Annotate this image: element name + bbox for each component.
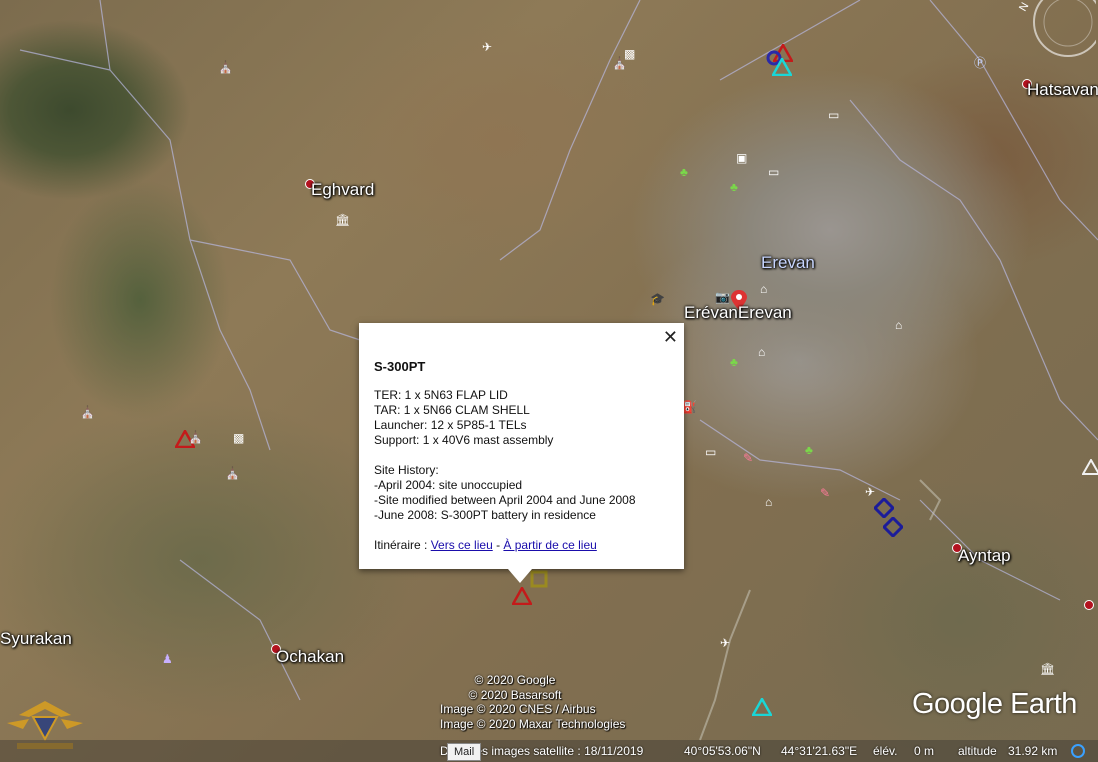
parking-icon[interactable]: Ⓟ	[974, 56, 986, 70]
shopping-icon[interactable]: ✎	[743, 451, 753, 465]
balloon-title: S-300PT	[374, 359, 426, 374]
park-icon[interactable]: ♣	[680, 165, 688, 179]
checkered-icon[interactable]: ▩	[233, 431, 244, 445]
altitude-value: 31.92 km	[1008, 744, 1058, 758]
building-icon[interactable]: ▣	[736, 151, 747, 165]
longitude-readout: 44°31'21.63"E	[781, 744, 858, 758]
attribution-line: © 2020 Basarsoft	[468, 687, 562, 702]
landmark-icon[interactable]: ⌂	[758, 345, 765, 359]
museum-icon[interactable]: 🏛	[335, 213, 350, 227]
loading-indicator-icon	[1071, 744, 1085, 758]
sam-site-marker-red-triangle-icon[interactable]	[512, 587, 532, 605]
park-icon[interactable]: ♣	[730, 180, 738, 194]
airport-icon[interactable]: ✈	[865, 485, 875, 499]
site-marker-yellow-square-icon[interactable]	[530, 570, 548, 588]
site-marker-blue-diamond-icon[interactable]	[883, 517, 903, 537]
directions-from-link[interactable]: À partir de ce lieu	[503, 538, 596, 552]
imagery-attribution: © 2020 Google © 2020 Basarsoft Image © 2…	[440, 673, 626, 731]
status-bar: Date des images satellite : 18/11/2019 4…	[0, 740, 1098, 762]
route-separator: -	[492, 538, 504, 552]
history-line: -Site modified between April 2004 and Ju…	[374, 493, 636, 507]
label-erevan-main[interactable]: ErévanErevan	[684, 303, 792, 323]
church-icon[interactable]: ⛪	[225, 466, 240, 480]
route-label: Itinéraire :	[374, 538, 431, 552]
attribution-line: Image © 2020 CNES / Airbus	[440, 702, 596, 716]
edge-pin-right[interactable]	[1084, 600, 1094, 610]
attribution-line: © 2020 Google	[474, 673, 556, 687]
label-hatsavan[interactable]: Hatsavan	[1027, 80, 1098, 100]
spec-line: Support: 1 x 40V6 mast assembly	[374, 433, 554, 447]
gas-icon[interactable]: ⛽	[682, 400, 697, 414]
attribution-line: Image © 2020 Maxar Technologies	[440, 716, 626, 731]
park-icon[interactable]: ♣	[730, 355, 738, 369]
church-icon[interactable]: ⛪	[218, 60, 233, 74]
sam-site-marker-white-triangle-icon[interactable]	[1082, 459, 1098, 475]
landmark-icon[interactable]: ⌂	[765, 495, 772, 509]
landmark-icon[interactable]: ⌂	[895, 318, 902, 332]
balloon-pointer	[508, 569, 532, 583]
hotel-icon[interactable]: ▭	[768, 165, 779, 179]
google-earth-logo: Google Earth	[912, 688, 1077, 720]
compass-north-label: N	[1018, 1, 1031, 14]
church-icon[interactable]: ⛪	[80, 405, 95, 419]
label-ochakan[interactable]: Ochakan	[276, 647, 344, 667]
spec-line: TER: 1 x 5N63 FLAP LID	[374, 388, 508, 402]
spec-line: Launcher: 12 x 5P85-1 TELs	[374, 418, 527, 432]
label-eghvard[interactable]: Eghvard	[311, 180, 374, 200]
person-icon[interactable]: ♟	[162, 652, 173, 666]
history-line: -April 2004: site unoccupied	[374, 478, 523, 492]
university-icon[interactable]: 🎓	[650, 292, 665, 306]
sam-site-marker-cyan-triangle-icon[interactable]	[772, 58, 792, 76]
spec-line: TAR: 1 x 5N66 CLAM SHELL	[374, 403, 530, 417]
checkered-icon[interactable]: ▩	[624, 47, 635, 61]
airport-icon[interactable]: ✈	[720, 636, 730, 650]
label-erevan-top[interactable]: Erevan	[761, 253, 815, 273]
church-icon[interactable]: ⛪	[188, 430, 203, 444]
label-syurakan[interactable]: Syurakan	[0, 629, 72, 649]
history-line: -June 2008: S-300PT battery in residence	[374, 508, 596, 522]
balloon-content: S-300PT TER: 1 x 5N63 FLAP LID TAR: 1 x …	[374, 359, 674, 553]
latitude-readout: 40°05'53.06"N	[684, 744, 761, 758]
label-ayntap[interactable]: Ayntap	[958, 546, 1011, 566]
close-icon[interactable]: ✕	[663, 327, 678, 348]
park-icon[interactable]: ♣	[805, 443, 813, 457]
mail-tooltip: Mail	[447, 743, 482, 761]
sam-site-marker-cyan-triangle-icon[interactable]	[752, 698, 772, 716]
airport-icon[interactable]: ✈	[482, 40, 492, 54]
route-row: Itinéraire : Vers ce lieu - À partir de …	[374, 538, 674, 553]
compass-icon[interactable]: N	[1018, 0, 1096, 60]
site-marker-blue-diamond-icon[interactable]	[874, 498, 894, 518]
shopping-icon[interactable]: ✎	[820, 486, 830, 500]
history-heading: Site History:	[374, 463, 439, 477]
satellite-map[interactable]: Eghvard Erevan ErévanErevan Hatsavan Ayn…	[0, 0, 1098, 762]
museum-icon[interactable]: 🏛	[1040, 662, 1055, 676]
hotel-icon[interactable]: ▭	[828, 108, 839, 122]
hotel-icon[interactable]: ▭	[705, 445, 716, 459]
elevation-value: 0 m	[914, 744, 935, 758]
directions-to-link[interactable]: Vers ce lieu	[431, 538, 493, 552]
elevation-label: élév.	[873, 744, 898, 758]
landmark-icon[interactable]: ⌂	[760, 282, 767, 296]
camera-icon[interactable]: 📷	[715, 290, 730, 304]
placemark-balloon: ✕ S-300PT TER: 1 x 5N63 FLAP LID TAR: 1 …	[359, 323, 684, 583]
altitude-label: altitude	[958, 744, 997, 758]
